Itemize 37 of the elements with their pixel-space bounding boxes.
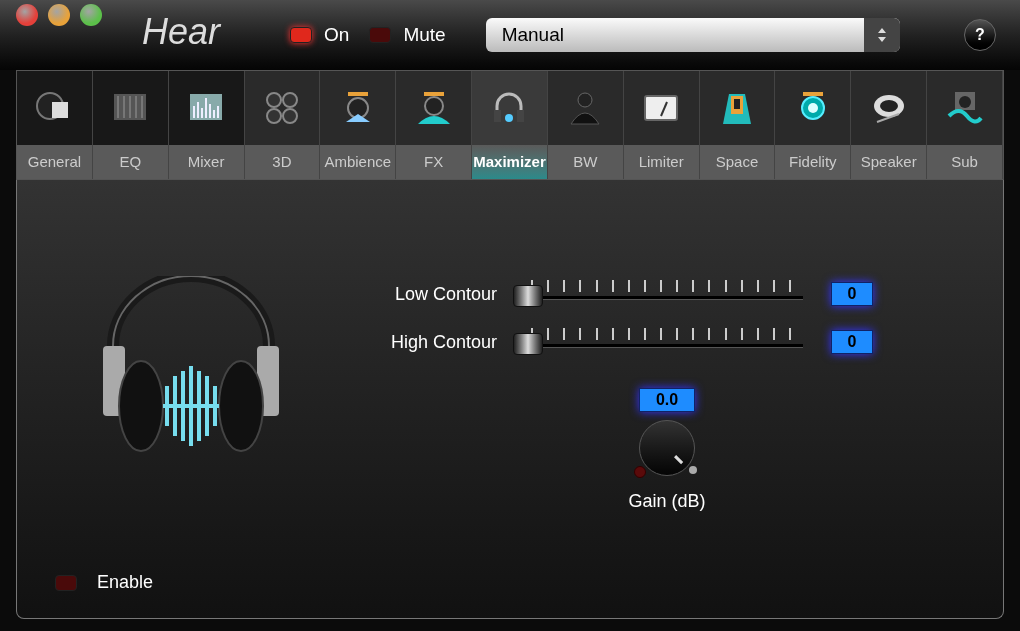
slider-track[interactable] bbox=[513, 280, 803, 308]
mute-label: Mute bbox=[403, 22, 446, 47]
tab[interactable]: General bbox=[17, 71, 93, 179]
led-toggle[interactable] bbox=[55, 574, 77, 591]
value-display: 0 bbox=[831, 282, 873, 306]
value-display: 0.0 bbox=[639, 388, 695, 412]
minimize-button[interactable] bbox=[48, 4, 70, 26]
tab[interactable]: EQ bbox=[92, 71, 169, 179]
gain-knob[interactable] bbox=[639, 420, 695, 476]
tab[interactable]: Speaker bbox=[851, 71, 928, 179]
slider-thumb[interactable] bbox=[513, 333, 543, 355]
led-toggle[interactable] bbox=[290, 27, 313, 43]
value-display: 0 bbox=[831, 330, 873, 354]
help-button[interactable]: ? bbox=[964, 19, 996, 51]
tab[interactable]: BW bbox=[547, 71, 624, 179]
tab[interactable]: Space bbox=[699, 71, 776, 179]
tab[interactable]: Fidelity bbox=[775, 71, 852, 179]
preset-dropdown[interactable]: Manual bbox=[485, 18, 900, 52]
slider-track[interactable] bbox=[513, 328, 803, 356]
tab[interactable]: Limiter bbox=[623, 71, 700, 179]
zoom-button[interactable] bbox=[80, 4, 102, 26]
tab[interactable]: Ambience bbox=[320, 71, 397, 179]
led-toggle[interactable] bbox=[369, 27, 392, 43]
slider-label: Low Contour bbox=[393, 282, 497, 306]
tab[interactable]: 3D bbox=[244, 71, 321, 179]
tab[interactable]: Maximizer bbox=[472, 71, 548, 179]
power-label: On bbox=[324, 22, 350, 47]
knob-label: Gain (dB) bbox=[628, 490, 706, 513]
slider-label: High Contour bbox=[389, 330, 497, 354]
stepper-icon bbox=[863, 18, 900, 52]
tab[interactable]: Mixer bbox=[168, 71, 245, 179]
enable-label: Enable bbox=[97, 571, 154, 594]
tab[interactable]: FX bbox=[396, 71, 473, 179]
close-button[interactable] bbox=[16, 4, 38, 26]
slider-thumb[interactable] bbox=[513, 285, 543, 307]
app-title: Hear bbox=[142, 10, 221, 54]
tab[interactable]: Sub bbox=[927, 71, 1003, 179]
